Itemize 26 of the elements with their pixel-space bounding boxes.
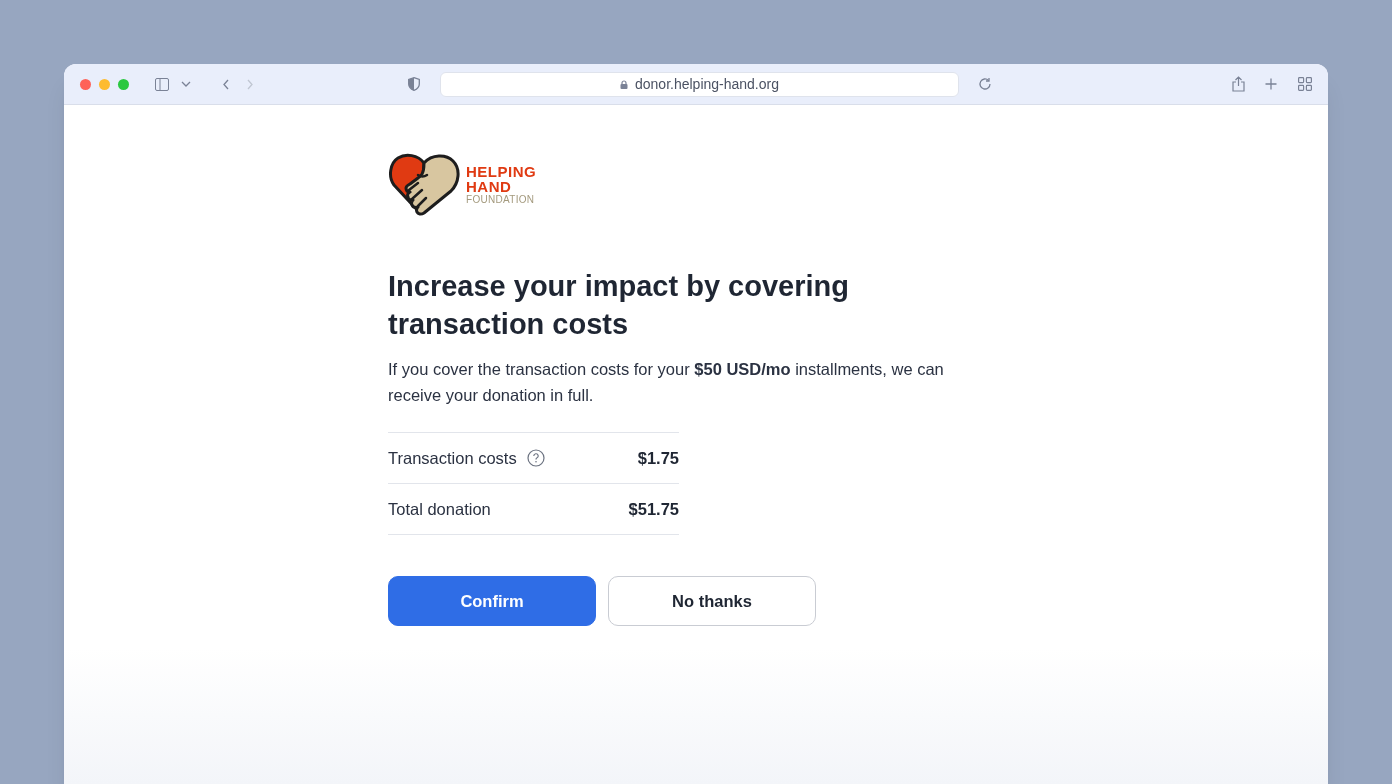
help-icon[interactable]: [526, 449, 545, 467]
summary-amount: $51.75: [628, 498, 679, 520]
chevron-down-icon[interactable]: [181, 81, 191, 87]
logo-text: HELPING: [466, 164, 537, 179]
share-icon[interactable]: [1232, 76, 1245, 92]
summary-label: Total donation: [388, 498, 491, 520]
address-bar[interactable]: donor.helping-hand.org: [440, 71, 959, 97]
summary-label: Transaction costs: [388, 447, 517, 469]
back-icon[interactable]: [223, 78, 229, 90]
url-text: donor.helping-hand.org: [635, 74, 779, 94]
sidebar-icon[interactable]: [155, 77, 169, 91]
confirm-button[interactable]: Confirm: [388, 576, 596, 626]
summary-amount: $1.75: [637, 447, 679, 469]
new-tab-icon[interactable]: [1265, 78, 1277, 90]
page-heading: Increase your impact by covering transaction costs: [388, 269, 850, 342]
decline-button[interactable]: No thanks: [608, 576, 816, 626]
logo-text: FOUNDATION: [466, 194, 536, 206]
heart-handshake-logo: [388, 153, 460, 217]
tab-overview-icon[interactable]: [1298, 77, 1312, 91]
lock-icon: [620, 79, 628, 89]
logo-text: HAND: [466, 179, 513, 194]
zoom-window-button[interactable]: [118, 78, 129, 90]
reload-icon[interactable]: [978, 77, 992, 91]
close-window-button[interactable]: [80, 78, 91, 90]
shield-icon[interactable]: [408, 77, 420, 91]
description-text: If you cover the transaction costs for your $50 USD/mo installments, we can receive your donation in full.: [388, 359, 945, 406]
